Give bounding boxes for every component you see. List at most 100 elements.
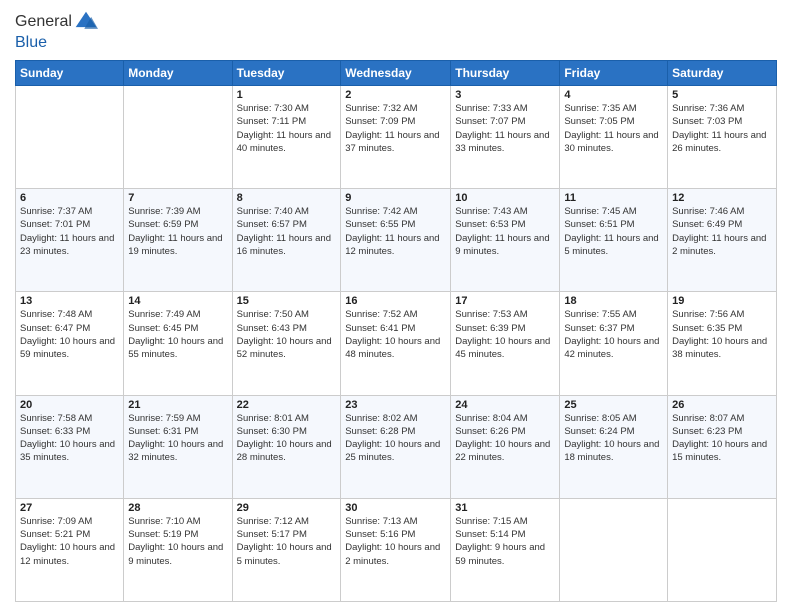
logo-general-text: General — [15, 13, 72, 31]
day-cell-2-5: 18Sunrise: 7:55 AMSunset: 6:37 PMDayligh… — [560, 292, 668, 395]
day-info: Sunrise: 7:36 AMSunset: 7:03 PMDaylight:… — [672, 102, 772, 155]
week-row-3: 20Sunrise: 7:58 AMSunset: 6:33 PMDayligh… — [16, 395, 777, 498]
day-number: 11 — [564, 192, 663, 204]
day-number: 31 — [455, 502, 555, 514]
day-cell-0-5: 4Sunrise: 7:35 AMSunset: 7:05 PMDaylight… — [560, 86, 668, 189]
day-cell-0-3: 2Sunrise: 7:32 AMSunset: 7:09 PMDaylight… — [341, 86, 451, 189]
day-cell-3-6: 26Sunrise: 8:07 AMSunset: 6:23 PMDayligh… — [668, 395, 777, 498]
day-info: Sunrise: 8:01 AMSunset: 6:30 PMDaylight:… — [237, 412, 337, 465]
day-info: Sunrise: 7:46 AMSunset: 6:49 PMDaylight:… — [672, 205, 772, 258]
week-row-0: 1Sunrise: 7:30 AMSunset: 7:11 PMDaylight… — [16, 86, 777, 189]
day-info: Sunrise: 7:09 AMSunset: 5:21 PMDaylight:… — [20, 515, 119, 568]
day-cell-4-2: 29Sunrise: 7:12 AMSunset: 5:17 PMDayligh… — [232, 498, 341, 601]
day-info: Sunrise: 7:37 AMSunset: 7:01 PMDaylight:… — [20, 205, 119, 258]
day-info: Sunrise: 8:07 AMSunset: 6:23 PMDaylight:… — [672, 412, 772, 465]
day-cell-0-4: 3Sunrise: 7:33 AMSunset: 7:07 PMDaylight… — [451, 86, 560, 189]
day-cell-4-0: 27Sunrise: 7:09 AMSunset: 5:21 PMDayligh… — [16, 498, 124, 601]
weekday-header-friday: Friday — [560, 61, 668, 86]
day-info: Sunrise: 7:42 AMSunset: 6:55 PMDaylight:… — [345, 205, 446, 258]
day-number: 9 — [345, 192, 446, 204]
logo: General Blue — [15, 10, 98, 52]
day-number: 6 — [20, 192, 119, 204]
weekday-header-sunday: Sunday — [16, 61, 124, 86]
day-number: 3 — [455, 89, 555, 101]
weekday-header-wednesday: Wednesday — [341, 61, 451, 86]
day-cell-3-1: 21Sunrise: 7:59 AMSunset: 6:31 PMDayligh… — [124, 395, 232, 498]
day-number: 28 — [128, 502, 227, 514]
day-number: 24 — [455, 399, 555, 411]
day-info: Sunrise: 7:13 AMSunset: 5:16 PMDaylight:… — [345, 515, 446, 568]
day-cell-1-6: 12Sunrise: 7:46 AMSunset: 6:49 PMDayligh… — [668, 189, 777, 292]
calendar-table: SundayMondayTuesdayWednesdayThursdayFrid… — [15, 60, 777, 602]
day-cell-2-0: 13Sunrise: 7:48 AMSunset: 6:47 PMDayligh… — [16, 292, 124, 395]
day-number: 13 — [20, 295, 119, 307]
day-number: 5 — [672, 89, 772, 101]
weekday-header-saturday: Saturday — [668, 61, 777, 86]
day-info: Sunrise: 7:30 AMSunset: 7:11 PMDaylight:… — [237, 102, 337, 155]
day-cell-4-5 — [560, 498, 668, 601]
day-number: 18 — [564, 295, 663, 307]
day-cell-1-1: 7Sunrise: 7:39 AMSunset: 6:59 PMDaylight… — [124, 189, 232, 292]
day-info: Sunrise: 7:33 AMSunset: 7:07 PMDaylight:… — [455, 102, 555, 155]
day-number: 8 — [237, 192, 337, 204]
day-cell-3-2: 22Sunrise: 8:01 AMSunset: 6:30 PMDayligh… — [232, 395, 341, 498]
day-cell-2-2: 15Sunrise: 7:50 AMSunset: 6:43 PMDayligh… — [232, 292, 341, 395]
day-cell-1-5: 11Sunrise: 7:45 AMSunset: 6:51 PMDayligh… — [560, 189, 668, 292]
day-info: Sunrise: 7:12 AMSunset: 5:17 PMDaylight:… — [237, 515, 337, 568]
day-info: Sunrise: 7:32 AMSunset: 7:09 PMDaylight:… — [345, 102, 446, 155]
day-info: Sunrise: 7:10 AMSunset: 5:19 PMDaylight:… — [128, 515, 227, 568]
day-cell-1-0: 6Sunrise: 7:37 AMSunset: 7:01 PMDaylight… — [16, 189, 124, 292]
weekday-header-tuesday: Tuesday — [232, 61, 341, 86]
day-number: 30 — [345, 502, 446, 514]
day-number: 14 — [128, 295, 227, 307]
day-info: Sunrise: 7:40 AMSunset: 6:57 PMDaylight:… — [237, 205, 337, 258]
day-number: 25 — [564, 399, 663, 411]
day-info: Sunrise: 7:48 AMSunset: 6:47 PMDaylight:… — [20, 308, 119, 361]
day-cell-4-6 — [668, 498, 777, 601]
day-cell-4-3: 30Sunrise: 7:13 AMSunset: 5:16 PMDayligh… — [341, 498, 451, 601]
day-info: Sunrise: 7:55 AMSunset: 6:37 PMDaylight:… — [564, 308, 663, 361]
day-info: Sunrise: 7:53 AMSunset: 6:39 PMDaylight:… — [455, 308, 555, 361]
day-info: Sunrise: 8:04 AMSunset: 6:26 PMDaylight:… — [455, 412, 555, 465]
day-number: 16 — [345, 295, 446, 307]
day-number: 15 — [237, 295, 337, 307]
header: General Blue — [15, 10, 777, 52]
day-number: 19 — [672, 295, 772, 307]
logo-icon — [74, 10, 98, 34]
day-number: 2 — [345, 89, 446, 101]
day-number: 22 — [237, 399, 337, 411]
day-info: Sunrise: 7:49 AMSunset: 6:45 PMDaylight:… — [128, 308, 227, 361]
day-info: Sunrise: 7:58 AMSunset: 6:33 PMDaylight:… — [20, 412, 119, 465]
week-row-1: 6Sunrise: 7:37 AMSunset: 7:01 PMDaylight… — [16, 189, 777, 292]
day-info: Sunrise: 7:43 AMSunset: 6:53 PMDaylight:… — [455, 205, 555, 258]
day-cell-1-3: 9Sunrise: 7:42 AMSunset: 6:55 PMDaylight… — [341, 189, 451, 292]
day-info: Sunrise: 7:50 AMSunset: 6:43 PMDaylight:… — [237, 308, 337, 361]
weekday-header-row: SundayMondayTuesdayWednesdayThursdayFrid… — [16, 61, 777, 86]
logo-blue-text: Blue — [15, 34, 98, 52]
day-cell-3-3: 23Sunrise: 8:02 AMSunset: 6:28 PMDayligh… — [341, 395, 451, 498]
day-info: Sunrise: 7:35 AMSunset: 7:05 PMDaylight:… — [564, 102, 663, 155]
day-cell-1-2: 8Sunrise: 7:40 AMSunset: 6:57 PMDaylight… — [232, 189, 341, 292]
day-cell-2-1: 14Sunrise: 7:49 AMSunset: 6:45 PMDayligh… — [124, 292, 232, 395]
day-number: 29 — [237, 502, 337, 514]
day-info: Sunrise: 8:05 AMSunset: 6:24 PMDaylight:… — [564, 412, 663, 465]
day-info: Sunrise: 7:56 AMSunset: 6:35 PMDaylight:… — [672, 308, 772, 361]
day-cell-2-6: 19Sunrise: 7:56 AMSunset: 6:35 PMDayligh… — [668, 292, 777, 395]
week-row-4: 27Sunrise: 7:09 AMSunset: 5:21 PMDayligh… — [16, 498, 777, 601]
day-number: 4 — [564, 89, 663, 101]
week-row-2: 13Sunrise: 7:48 AMSunset: 6:47 PMDayligh… — [16, 292, 777, 395]
day-number: 12 — [672, 192, 772, 204]
day-cell-0-6: 5Sunrise: 7:36 AMSunset: 7:03 PMDaylight… — [668, 86, 777, 189]
day-number: 1 — [237, 89, 337, 101]
day-cell-4-1: 28Sunrise: 7:10 AMSunset: 5:19 PMDayligh… — [124, 498, 232, 601]
day-cell-3-4: 24Sunrise: 8:04 AMSunset: 6:26 PMDayligh… — [451, 395, 560, 498]
day-info: Sunrise: 7:59 AMSunset: 6:31 PMDaylight:… — [128, 412, 227, 465]
day-number: 17 — [455, 295, 555, 307]
logo-line1: General — [15, 10, 98, 34]
weekday-header-thursday: Thursday — [451, 61, 560, 86]
day-info: Sunrise: 7:39 AMSunset: 6:59 PMDaylight:… — [128, 205, 227, 258]
day-number: 10 — [455, 192, 555, 204]
day-cell-1-4: 10Sunrise: 7:43 AMSunset: 6:53 PMDayligh… — [451, 189, 560, 292]
day-cell-2-3: 16Sunrise: 7:52 AMSunset: 6:41 PMDayligh… — [341, 292, 451, 395]
day-number: 20 — [20, 399, 119, 411]
